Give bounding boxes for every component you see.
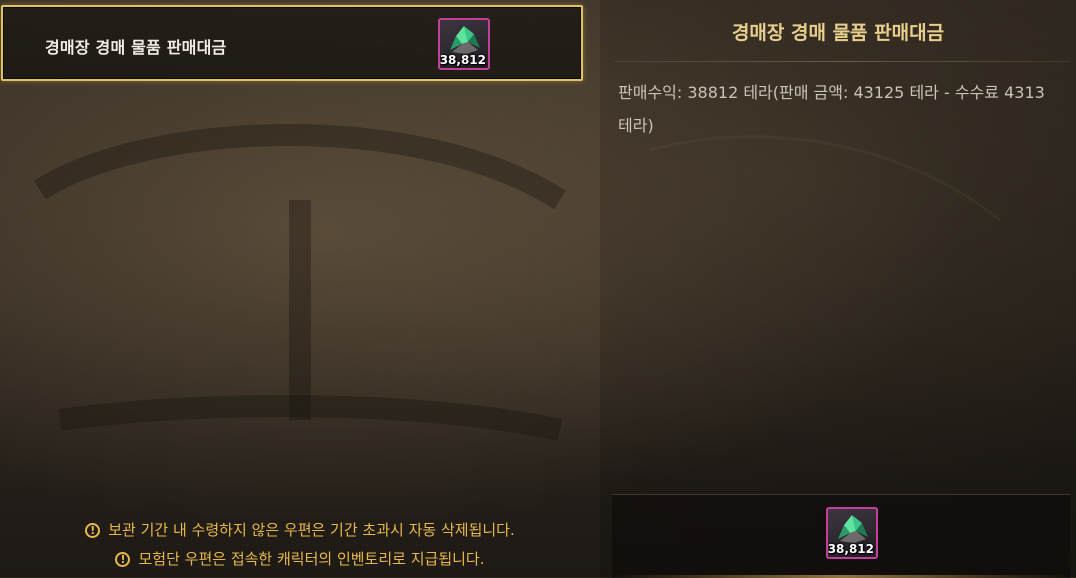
mail-detail-body: 판매수익: 38812 테라(판매 금액: 43125 테라 - 수수료 431… — [618, 83, 1045, 135]
title-divider — [614, 61, 1070, 62]
mail-detail-panel: 경매장 경매 물품 판매대금 판매수익: 38812 테라(판매 금액: 431… — [600, 0, 1076, 578]
mail-item-title: 경매장 경매 물품 판매대금 — [45, 38, 227, 57]
attachment-quantity: 38,812 — [439, 53, 486, 67]
notice-delivery: ! 모험단 우편은 접속한 캐릭터의 인벤토리로 지급됩니다. — [0, 545, 600, 574]
attachment-bar: 38,812 — [612, 494, 1070, 578]
mail-detail-title: 경매장 경매 물품 판매대금 — [731, 22, 945, 44]
notice-text: 모험단 우편은 접속한 캐릭터의 인벤토리로 지급됩니다. — [138, 550, 485, 568]
notice-area: ! 보관 기간 내 수령하지 않은 우편은 기간 초과시 자동 삭제됩니다. !… — [0, 516, 600, 574]
mail-item-attachment-slot[interactable]: 38,812 — [438, 18, 490, 70]
warning-icon: ! — [85, 523, 101, 538]
mail-list-item[interactable]: 경매장 경매 물품 판매대금 38,812 — [1, 5, 583, 81]
attachment-quantity: 38,812 — [827, 542, 874, 556]
detail-attachment-slot[interactable]: 38,812 — [826, 507, 878, 559]
notice-text: 보관 기간 내 수령하지 않은 우편은 기간 초과시 자동 삭제됩니다. — [108, 521, 515, 539]
warning-icon: ! — [115, 552, 131, 567]
notice-expiry: ! 보관 기간 내 수령하지 않은 우편은 기간 초과시 자동 삭제됩니다. — [0, 516, 600, 545]
